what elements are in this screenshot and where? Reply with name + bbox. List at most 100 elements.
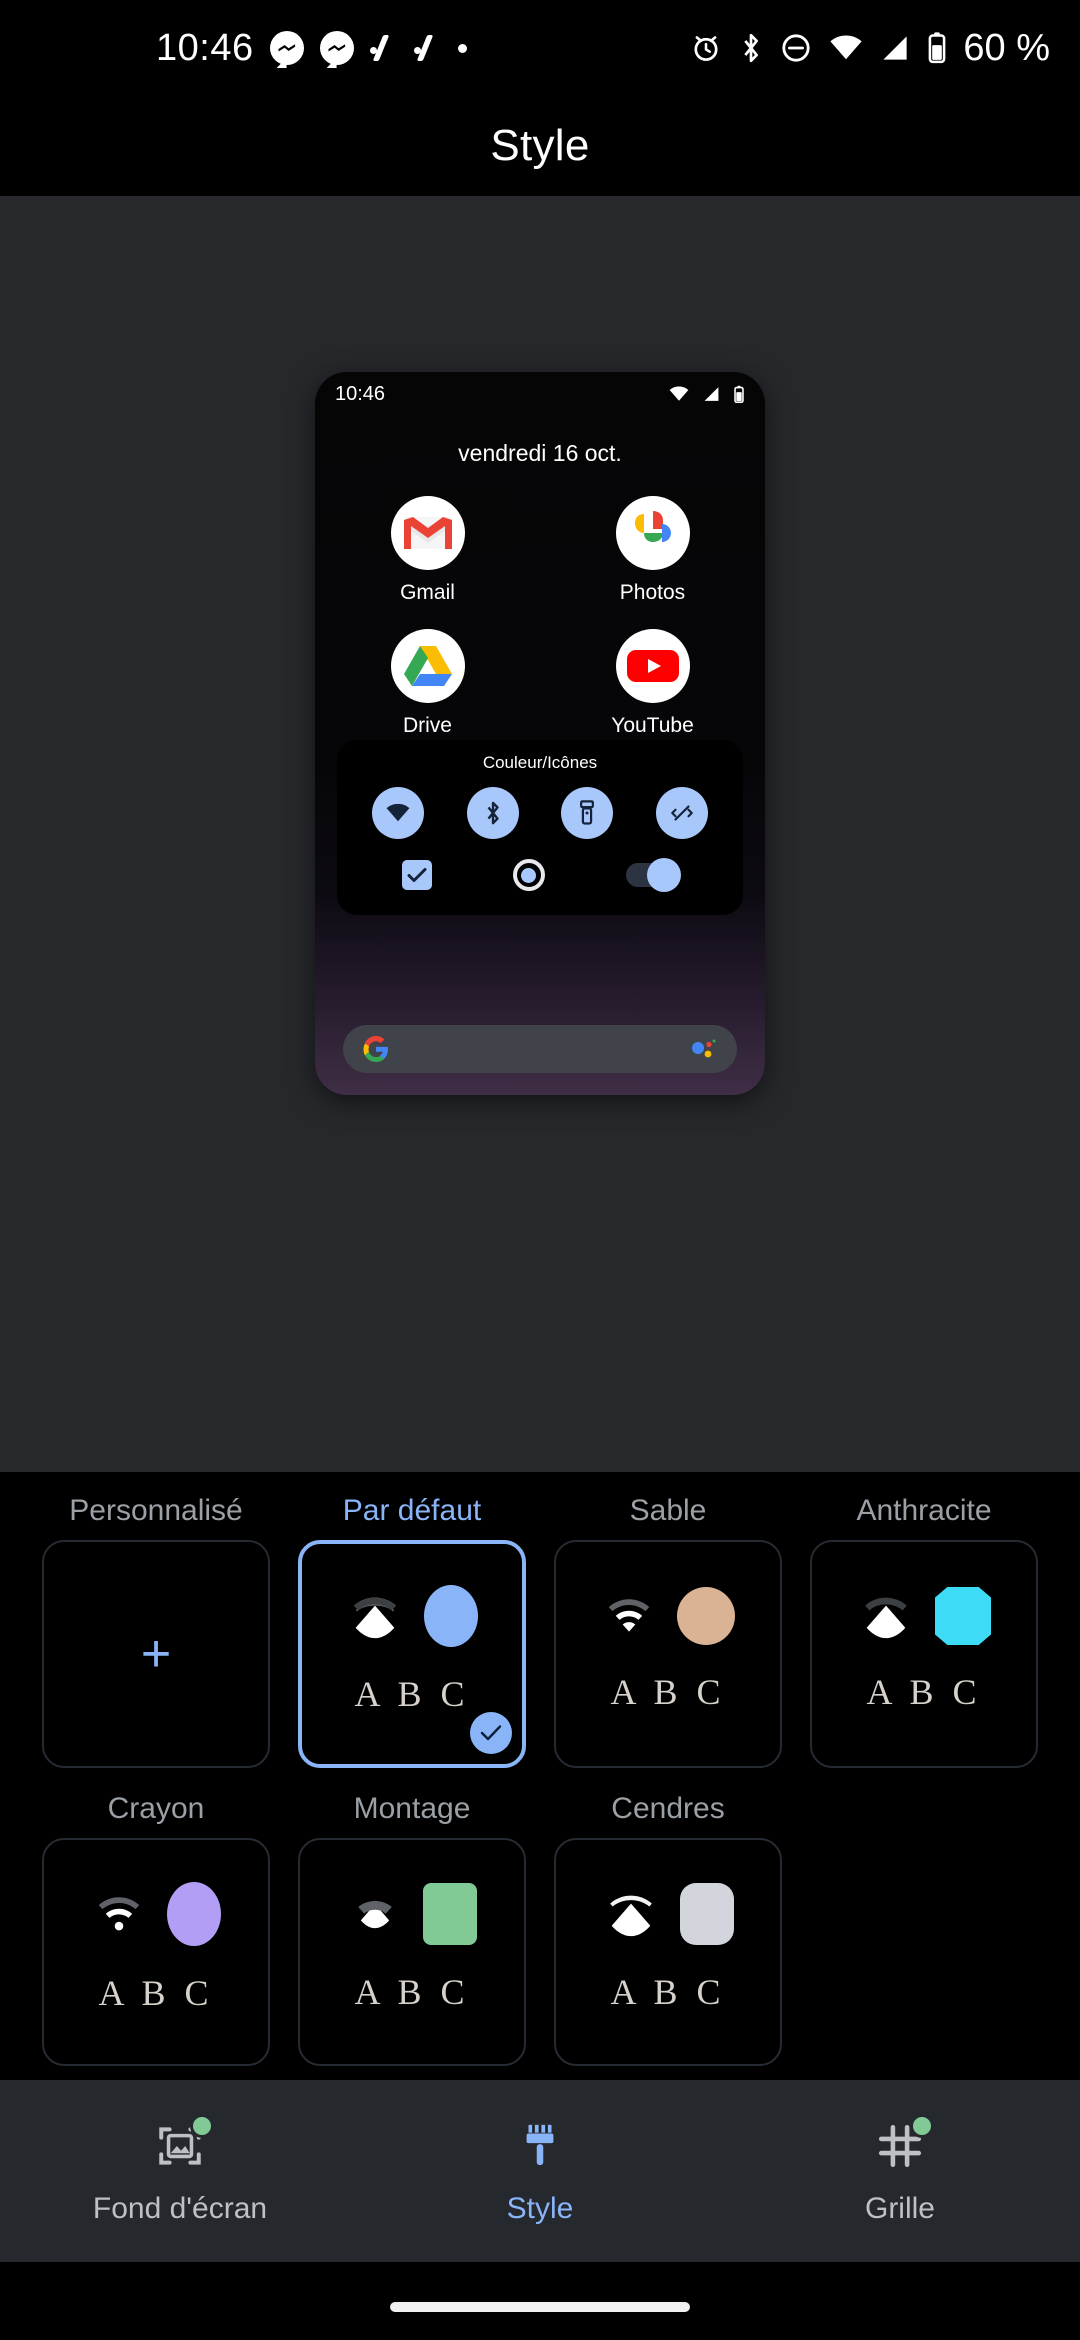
theme-preview-stage: 10:46 vendredi 16 oct. Gmail Photos Driv…	[0, 196, 1080, 1472]
app-shortcut-gmail[interactable]: Gmail	[315, 496, 540, 605]
wifi-icon	[865, 1597, 907, 1639]
bluetooth-icon[interactable]	[466, 787, 519, 839]
nav-badge-dot	[910, 2114, 934, 2138]
radio-selected[interactable]	[512, 859, 545, 891]
theme-font-sample: A B C	[610, 1972, 726, 2012]
switch-knob	[647, 858, 682, 892]
phone-preview[interactable]: 10:46 vendredi 16 oct. Gmail Photos Driv…	[315, 372, 765, 1095]
paintbrush-icon	[526, 2124, 554, 2166]
nav-item-wallpaper[interactable]: Fond d'écran	[0, 2114, 360, 2226]
youtube-icon	[615, 629, 690, 703]
theme-card-sable[interactable]: A B C	[554, 1540, 782, 1768]
theme-color-swatch	[424, 1585, 478, 1647]
paintbrush-icon-wrap	[510, 2116, 570, 2176]
grid-icon-wrap	[870, 2114, 934, 2176]
theme-option-sable[interactable]: Sable A B C	[540, 1494, 796, 1768]
app-label: Photos	[619, 581, 686, 604]
theme-card-add[interactable]: +	[42, 1540, 270, 1768]
messenger-icon	[269, 31, 304, 65]
theme-font-sample: A B C	[866, 1672, 982, 1712]
theme-card-preview	[602, 1883, 734, 1945]
preview-quick-settings-card: Couleur/Icônes	[337, 740, 743, 915]
app-header: Style	[0, 96, 1080, 196]
google-assistant-icon[interactable]	[691, 1038, 717, 1060]
theme-color-swatch	[677, 1587, 735, 1645]
signal-icon	[883, 36, 908, 60]
tick-icon	[413, 35, 442, 61]
battery-percentage: 60 %	[963, 26, 1050, 69]
bluetooth-icon	[744, 33, 759, 63]
theme-card-cendres[interactable]: A B C	[554, 1838, 782, 2066]
battery-icon	[929, 32, 946, 64]
wifi-icon	[669, 386, 689, 401]
status-bar-right-group: 60 %	[689, 27, 1050, 70]
nav-label: Fond d'écran	[92, 2192, 268, 2225]
preview-app-grid: Gmail Photos Drive YouTube	[315, 496, 765, 738]
nav-label: Grille	[864, 2192, 935, 2225]
theme-row: Crayon A B C Montage A B C Cendres A B C	[28, 1792, 1052, 2066]
preview-date: vendredi 16 oct.	[458, 440, 622, 466]
theme-card-par-defaut[interactable]: A B C	[298, 1540, 526, 1768]
wifi-icon	[608, 1599, 650, 1632]
app-shortcut-youtube[interactable]: YouTube	[540, 629, 765, 738]
switch-on[interactable]	[626, 858, 682, 892]
theme-label: Montage	[353, 1792, 471, 1825]
google-g-icon	[363, 1036, 388, 1062]
theme-label: Cendres	[611, 1792, 725, 1825]
preview-status-bar: 10:46	[315, 372, 765, 416]
theme-card-preview	[346, 1585, 478, 1647]
quick-settings-tiles	[337, 787, 743, 839]
signal-icon	[704, 387, 719, 401]
tick-icon	[369, 35, 398, 61]
checkbox-checked[interactable]	[401, 860, 432, 890]
bottom-navigation: Fond d'écran Style Grille	[0, 2080, 1080, 2262]
app-label: Drive	[402, 714, 452, 737]
nav-item-style[interactable]: Style	[360, 2116, 720, 2226]
flashlight-icon[interactable]	[561, 787, 614, 839]
theme-options-section: Personnalisé + Par défaut A B C Sable A …	[0, 1472, 1080, 2080]
preview-clock: 10:46	[335, 382, 386, 405]
nav-item-grid[interactable]: Grille	[720, 2114, 1080, 2226]
plus-icon: +	[140, 1625, 172, 1683]
theme-card-preview	[857, 1587, 991, 1645]
theme-card-crayon[interactable]: A B C	[42, 1838, 270, 2066]
wifi-icon[interactable]	[372, 787, 425, 839]
app-label: YouTube	[611, 714, 694, 737]
theme-label: Par défaut	[342, 1494, 482, 1527]
theme-option-montage[interactable]: Montage A B C	[284, 1792, 540, 2066]
app-shortcut-photos[interactable]: Photos	[540, 496, 765, 605]
quick-settings-controls	[337, 858, 743, 892]
theme-label: Personnalisé	[69, 1494, 243, 1527]
wifi-icon	[610, 1895, 652, 1937]
theme-option-cendres[interactable]: Cendres A B C	[540, 1792, 796, 2066]
theme-card-preview	[91, 1882, 221, 1946]
theme-card-montage[interactable]: A B C	[298, 1838, 526, 2066]
wifi-icon	[354, 1597, 396, 1639]
auto-rotate-icon[interactable]	[655, 787, 708, 839]
selected-check-icon	[470, 1712, 512, 1754]
theme-font-sample: A B C	[98, 1973, 214, 2013]
theme-label: Crayon	[107, 1792, 205, 1825]
gesture-navigation-bar[interactable]	[390, 2302, 690, 2312]
wallpaper-icon-wrap	[150, 2114, 214, 2176]
quick-settings-title: Couleur/Icônes	[482, 753, 598, 772]
theme-font-sample: A B C	[354, 1972, 470, 2012]
google-drive-icon	[390, 629, 465, 703]
theme-font-sample: A B C	[610, 1672, 726, 1712]
theme-option-anthracite[interactable]: Anthracite A B C	[796, 1494, 1052, 1768]
theme-row: Personnalisé + Par défaut A B C Sable A …	[28, 1494, 1052, 1768]
theme-card-preview	[347, 1883, 477, 1945]
system-status-bar: 10:46 60 %	[0, 0, 1080, 96]
theme-card-anthracite[interactable]: A B C	[810, 1540, 1038, 1768]
theme-color-swatch	[167, 1882, 221, 1946]
theme-option-par-defaut[interactable]: Par défaut A B C	[284, 1494, 540, 1768]
google-search-bar[interactable]	[343, 1025, 737, 1073]
app-shortcut-drive[interactable]: Drive	[315, 629, 540, 738]
wifi-icon	[830, 35, 862, 60]
theme-label: Anthracite	[856, 1494, 992, 1527]
alarm-icon	[694, 36, 718, 61]
app-label: Gmail	[400, 581, 455, 604]
theme-option-personnalise[interactable]: Personnalisé +	[28, 1494, 284, 1768]
radio-inner-dot	[521, 867, 537, 883]
theme-option-crayon[interactable]: Crayon A B C	[28, 1792, 284, 2066]
